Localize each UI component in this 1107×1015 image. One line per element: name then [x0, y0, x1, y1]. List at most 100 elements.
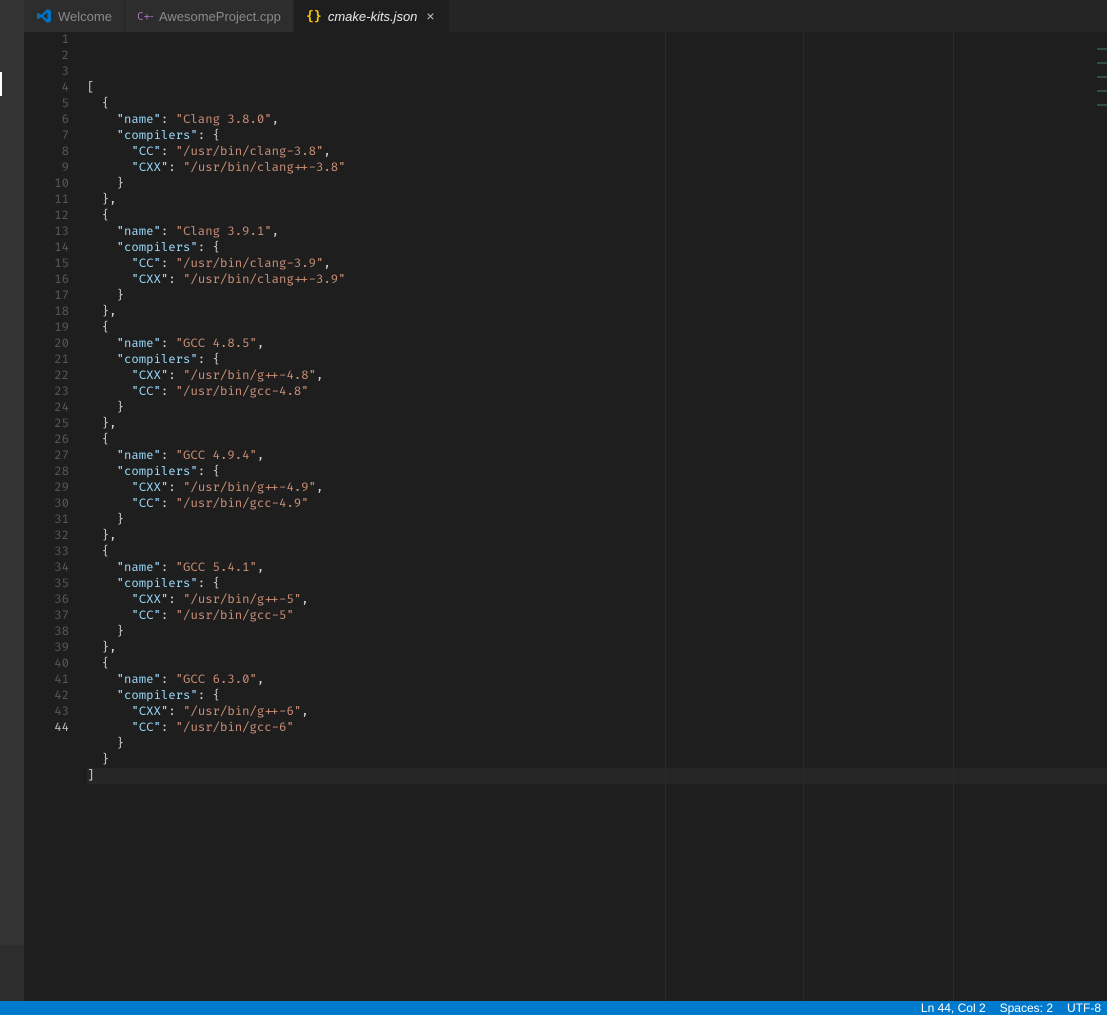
activity-bottom[interactable]	[0, 945, 24, 1001]
code-line[interactable]: "name": "GCC 4.8.5",	[87, 336, 1107, 352]
code-line[interactable]: "CC": "/usr/bin/clang-3.8",	[87, 144, 1107, 160]
code-line[interactable]: "compilers": {	[87, 576, 1107, 592]
tab-label: Welcome	[58, 9, 112, 24]
line-number: 26	[24, 432, 69, 448]
code-line[interactable]: "compilers": {	[87, 128, 1107, 144]
line-number: 10	[24, 176, 69, 192]
code-line[interactable]: }	[87, 624, 1107, 640]
status-cursor[interactable]: Ln 44, Col 2	[921, 1001, 986, 1015]
code-line[interactable]: "CXX": "/usr/bin/g++-4.9",	[87, 480, 1107, 496]
line-number: 17	[24, 288, 69, 304]
line-number: 14	[24, 240, 69, 256]
code-line[interactable]: }	[87, 400, 1107, 416]
code-line[interactable]: "CXX": "/usr/bin/g++-6",	[87, 704, 1107, 720]
ruler	[665, 32, 666, 1001]
activity-item[interactable]	[0, 48, 24, 72]
svg-text:C++: C++	[137, 10, 153, 23]
code-line[interactable]: },	[87, 416, 1107, 432]
code-line[interactable]: "CC": "/usr/bin/gcc-6"	[87, 720, 1107, 736]
status-bar: Ln 44, Col 2 Spaces: 2 UTF-8	[0, 1001, 1107, 1015]
status-encoding[interactable]: UTF-8	[1067, 1001, 1101, 1015]
code-line[interactable]: "compilers": {	[87, 240, 1107, 256]
activity-item[interactable]	[0, 120, 24, 144]
code-line[interactable]: ]	[87, 768, 1107, 784]
tab-awesomeproject-cpp[interactable]: C++ AwesomeProject.cpp	[125, 0, 294, 32]
close-icon[interactable]: ×	[423, 9, 437, 23]
line-number: 29	[24, 480, 69, 496]
code-line[interactable]: {	[87, 320, 1107, 336]
code-line[interactable]: "compilers": {	[87, 464, 1107, 480]
line-number: 20	[24, 336, 69, 352]
code-line[interactable]: [	[87, 80, 1107, 96]
code-line[interactable]: {	[87, 432, 1107, 448]
code-line[interactable]: }	[87, 176, 1107, 192]
line-number: 38	[24, 624, 69, 640]
code-line[interactable]: "CXX": "/usr/bin/clang++-3.8"	[87, 160, 1107, 176]
tab-label: cmake-kits.json	[328, 9, 418, 24]
code-line[interactable]: "compilers": {	[87, 688, 1107, 704]
activity-item[interactable]	[0, 24, 24, 48]
code-line[interactable]: {	[87, 656, 1107, 672]
activity-item[interactable]	[0, 72, 24, 96]
code-line[interactable]: "name": "Clang 3.9.1",	[87, 224, 1107, 240]
ruler	[803, 32, 804, 1001]
line-number: 21	[24, 352, 69, 368]
line-number: 44	[24, 720, 69, 736]
line-number: 40	[24, 656, 69, 672]
ruler	[953, 32, 954, 1001]
code-line[interactable]: {	[87, 96, 1107, 112]
editor[interactable]: 1234567891011121314151617181920212223242…	[24, 32, 1107, 1001]
activity-item[interactable]	[0, 96, 24, 120]
code-line[interactable]: "CXX": "/usr/bin/clang++-3.9"	[87, 272, 1107, 288]
line-number: 15	[24, 256, 69, 272]
line-number: 43	[24, 704, 69, 720]
code-line[interactable]: "CC": "/usr/bin/gcc-5"	[87, 608, 1107, 624]
activity-active-indicator	[0, 72, 2, 96]
code-line[interactable]: }	[87, 512, 1107, 528]
code-line[interactable]: "CC": "/usr/bin/clang-3.9",	[87, 256, 1107, 272]
code-line[interactable]: "CXX": "/usr/bin/g++-4.8",	[87, 368, 1107, 384]
activity-item[interactable]	[0, 0, 24, 24]
code-line[interactable]: "name": "Clang 3.8.0",	[87, 112, 1107, 128]
code-line[interactable]: "compilers": {	[87, 352, 1107, 368]
line-number-gutter: 1234567891011121314151617181920212223242…	[24, 32, 87, 1001]
code-line[interactable]: "name": "GCC 4.9.4",	[87, 448, 1107, 464]
line-number: 36	[24, 592, 69, 608]
code-line[interactable]: },	[87, 304, 1107, 320]
code-line[interactable]: }	[87, 288, 1107, 304]
line-number: 7	[24, 128, 69, 144]
tab-welcome[interactable]: Welcome	[24, 0, 125, 32]
line-number: 41	[24, 672, 69, 688]
line-number: 28	[24, 464, 69, 480]
line-number: 2	[24, 48, 69, 64]
code-line[interactable]: "name": "GCC 5.4.1",	[87, 560, 1107, 576]
tab-label: AwesomeProject.cpp	[159, 9, 281, 24]
code-line[interactable]: },	[87, 640, 1107, 656]
code-line[interactable]: "name": "GCC 6.3.0",	[87, 672, 1107, 688]
line-number: 16	[24, 272, 69, 288]
line-number: 1	[24, 32, 69, 48]
line-number: 18	[24, 304, 69, 320]
code-line[interactable]: "CC": "/usr/bin/gcc-4.9"	[87, 496, 1107, 512]
code-line[interactable]: {	[87, 544, 1107, 560]
line-number: 27	[24, 448, 69, 464]
code-area[interactable]: [ { "name": "Clang 3.8.0", "compilers": …	[87, 32, 1107, 1001]
code-line[interactable]: },	[87, 192, 1107, 208]
code-line[interactable]: }	[87, 752, 1107, 768]
line-number: 34	[24, 560, 69, 576]
line-number: 31	[24, 512, 69, 528]
status-indent[interactable]: Spaces: 2	[1000, 1001, 1053, 1015]
code-line[interactable]: },	[87, 528, 1107, 544]
svg-text:{}: {}	[306, 9, 322, 24]
vscode-icon	[36, 8, 52, 24]
line-number: 8	[24, 144, 69, 160]
code-line[interactable]: "CC": "/usr/bin/gcc-4.8"	[87, 384, 1107, 400]
line-number: 39	[24, 640, 69, 656]
line-number: 37	[24, 608, 69, 624]
line-number: 25	[24, 416, 69, 432]
json-file-icon: {}	[306, 8, 322, 24]
code-line[interactable]: "CXX": "/usr/bin/g++-5",	[87, 592, 1107, 608]
tab-cmake-kits-json[interactable]: {} cmake-kits.json ×	[294, 0, 451, 32]
code-line[interactable]: {	[87, 208, 1107, 224]
code-line[interactable]: }	[87, 736, 1107, 752]
